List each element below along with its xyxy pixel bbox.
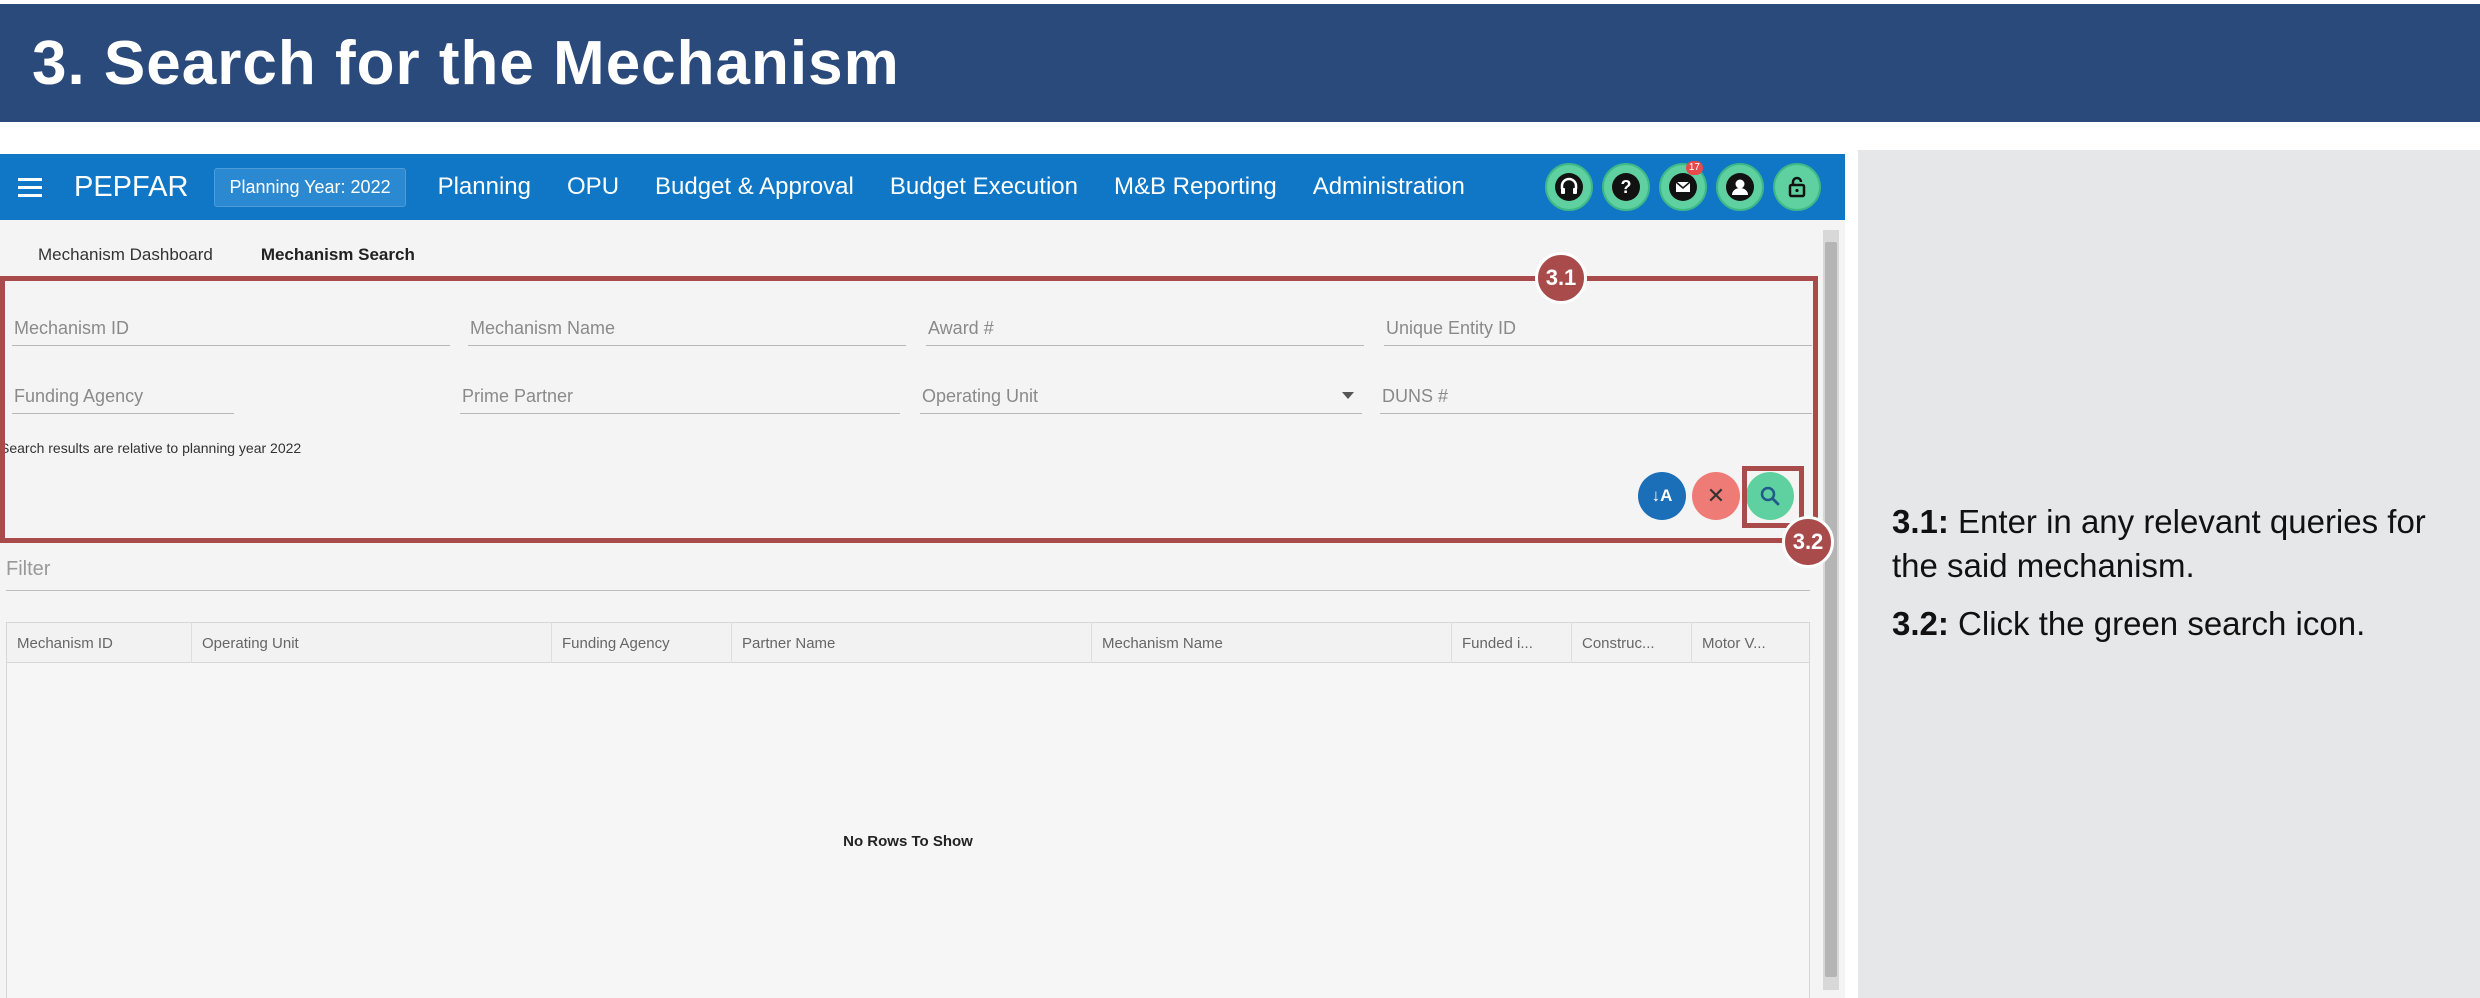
col-operating-unit[interactable]: Operating Unit xyxy=(191,623,551,663)
results-grid: Mechanism ID Operating Unit Funding Agen… xyxy=(6,622,1810,998)
vertical-scrollbar[interactable] xyxy=(1823,230,1839,990)
instruction-step-label: 3.2: xyxy=(1892,605,1949,642)
instruction-text: Click the green search icon. xyxy=(1948,605,2366,642)
nav-budget-approval[interactable]: Budget & Approval xyxy=(655,173,854,201)
help-icon[interactable]: ? xyxy=(1602,163,1650,211)
col-mechanism-name[interactable]: Mechanism Name xyxy=(1091,623,1451,663)
nav-mb-reporting[interactable]: M&B Reporting xyxy=(1114,173,1277,201)
app-topbar: PEPFAR Planning Year: 2022 Planning OPU … xyxy=(0,154,1845,220)
slide-title: 3. Search for the Mechanism xyxy=(32,28,900,98)
slide-header: 3. Search for the Mechanism xyxy=(0,4,2480,122)
nav-budget-execution[interactable]: Budget Execution xyxy=(890,173,1078,201)
col-funded[interactable]: Funded i... xyxy=(1451,623,1571,663)
filter-input[interactable]: Filter xyxy=(6,558,50,581)
grid-header: Mechanism ID Operating Unit Funding Agen… xyxy=(7,623,1809,663)
notification-count-badge: 17 xyxy=(1685,161,1703,175)
instruction-text: Enter in any relevant queries for the sa… xyxy=(1892,503,2426,584)
nav-administration[interactable]: Administration xyxy=(1313,173,1465,201)
scrollbar-thumb[interactable] xyxy=(1825,242,1837,977)
tab-mechanism-search[interactable]: Mechanism Search xyxy=(261,245,415,265)
col-motor-vehicles[interactable]: Motor V... xyxy=(1691,623,1809,663)
step-badge-3-1: 3.1 xyxy=(1535,252,1587,304)
nav-opu[interactable]: OPU xyxy=(567,173,619,201)
nav-planning[interactable]: Planning xyxy=(438,173,531,201)
headset-icon[interactable] xyxy=(1545,163,1593,211)
col-partner-name[interactable]: Partner Name xyxy=(731,623,1091,663)
instruction-3-1: 3.1: Enter in any relevant queries for t… xyxy=(1892,500,2452,588)
col-mechanism-id[interactable]: Mechanism ID xyxy=(7,623,191,663)
filter-underline xyxy=(6,590,1810,591)
account-icon[interactable] xyxy=(1716,163,1764,211)
mail-icon[interactable]: 17 xyxy=(1659,161,1707,211)
col-construction[interactable]: Construc... xyxy=(1571,623,1691,663)
instruction-step-label: 3.1: xyxy=(1892,503,1949,540)
instructions-panel: 3.1: Enter in any relevant queries for t… xyxy=(1858,150,2480,998)
no-rows-message: No Rows To Show xyxy=(843,833,973,850)
col-funding-agency[interactable]: Funding Agency xyxy=(551,623,731,663)
hamburger-menu-icon[interactable] xyxy=(18,177,50,197)
lock-icon[interactable] xyxy=(1773,163,1821,211)
instruction-3-2: 3.2: Click the green search icon. xyxy=(1892,602,2452,646)
planning-year-selector[interactable]: Planning Year: 2022 xyxy=(214,167,406,207)
tab-mechanism-dashboard[interactable]: Mechanism Dashboard xyxy=(38,245,213,265)
brand-logo[interactable]: PEPFAR xyxy=(74,171,188,204)
callout-box-search-fields xyxy=(0,276,1818,543)
step-badge-3-2: 3.2 xyxy=(1782,516,1834,568)
toolbar-icons: ? 17 xyxy=(1545,161,1821,211)
